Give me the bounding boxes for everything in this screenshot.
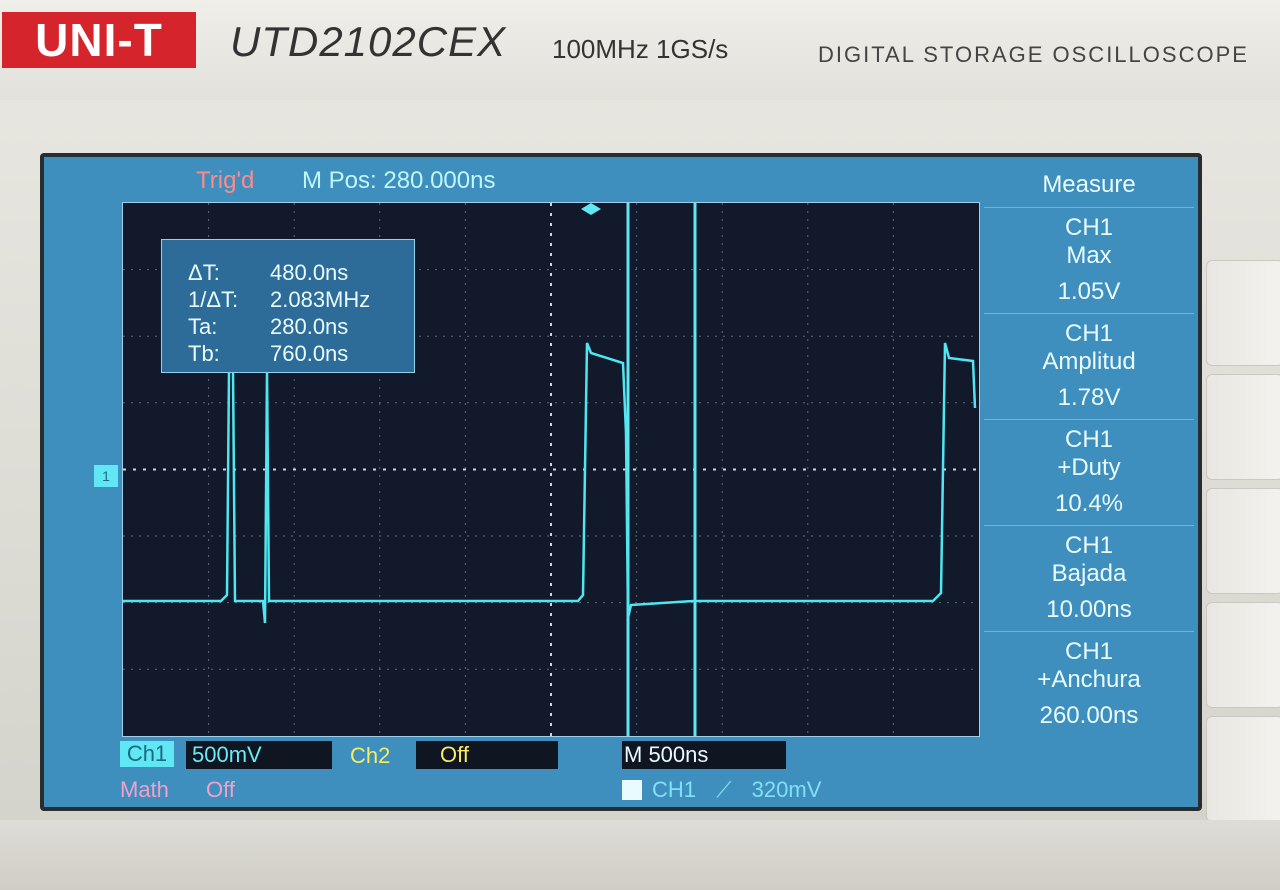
ch2-state: Off [416,741,558,769]
bottom-bezel [0,820,1280,890]
measure-item[interactable]: CH1 +Anchura 260.00ns [984,631,1194,736]
cursor-readout-box: ΔT: 480.0ns 1/ΔT: 2.083MHz Ta: 280.0ns T… [161,239,415,373]
softkey-3[interactable] [1206,488,1280,594]
softkey-2[interactable] [1206,374,1280,480]
measure-item[interactable]: CH1 Amplitud 1.78V [984,313,1194,418]
measure-item[interactable]: CH1 Bajada 10.00ns [984,525,1194,630]
main-position: M Pos: 280.000ns [302,167,496,194]
ch2-label[interactable]: Ch2 [350,743,390,769]
trigger-position-marker[interactable] [581,203,601,215]
trigger-status: Trig'd [196,167,255,194]
ch1-waveform-trace [123,342,977,624]
math-label[interactable]: Math [120,777,169,803]
brand-logo: UNI-T [2,12,196,68]
math-state: Off [206,777,235,802]
ch1-scale: 500mV [186,741,332,769]
timebase: M 500ns [622,741,786,769]
waveform-grid: ΔT: 480.0ns 1/ΔT: 2.083MHz Ta: 280.0ns T… [122,202,980,737]
device-type: DIGITAL STORAGE OSCILLOSCOPE [818,42,1249,67]
softkey-column [1202,260,1280,890]
device-spec: 100MHz 1GS/s [552,34,729,64]
measure-item[interactable]: CH1 Max 1.05V [984,207,1194,312]
softkey-5[interactable] [1206,716,1280,822]
measure-item[interactable]: CH1 +Duty 10.4% [984,419,1194,524]
trigger-mode-icon [622,780,642,800]
softkey-1[interactable] [1206,260,1280,366]
trigger-level: 320mV [751,777,822,802]
oscilloscope-screen: Trig'd M Pos: 280.000ns 1 ΔT: 480.0ns 1/… [40,153,1202,811]
softkey-4[interactable] [1206,602,1280,708]
ch1-label[interactable]: Ch1 [120,741,174,767]
device-header: UNI-T UTD2102CEX 100MHz 1GS/s DIGITAL ST… [0,0,1280,100]
measure-title: Measure [1042,171,1136,198]
channel-status-bar: Ch1 500mV Ch2 Off Math Off M 500ns CH1 ⟋… [44,741,1198,807]
measure-panel: Measure CH1 Max 1.05V CH1 Amplitud 1.78V… [984,167,1194,739]
model-name: UTD2102CEX [230,18,507,65]
rising-edge-icon: ⟋ [716,777,732,802]
trigger-source: CH1 [652,777,697,802]
ch1-ground-marker[interactable]: 1 [94,465,118,487]
trigger-info: CH1 ⟋ 320mV [622,777,821,803]
